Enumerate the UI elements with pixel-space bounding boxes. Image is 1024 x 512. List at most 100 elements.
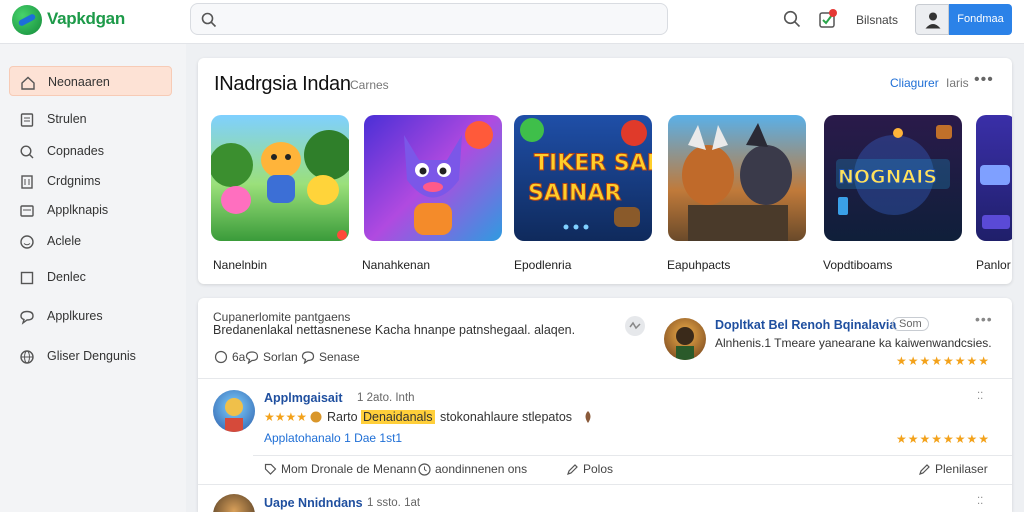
sidebar-item-applknapis[interactable]: Applknapis (9, 195, 172, 225)
action-button[interactable]: aondinnenen ons (418, 462, 527, 476)
game-title[interactable]: Panlor (976, 258, 1011, 272)
game-artwork-icon (404, 121, 493, 235)
game-title[interactable]: Eapuhpacts (667, 258, 730, 272)
avatar-image-icon (676, 327, 694, 360)
review-meta: 1 ssto. 1at (367, 497, 421, 509)
game-artwork-icon (980, 165, 1010, 229)
chat-icon (20, 310, 34, 325)
notifications-icon[interactable] (817, 8, 839, 30)
avatar[interactable] (213, 390, 255, 432)
action-button[interactable]: Polos (566, 462, 613, 476)
rating-stars-icon: ★★★★★★★★ (896, 354, 991, 368)
status-badge: Som (892, 317, 929, 331)
avatar[interactable] (213, 494, 255, 512)
reviewer-name[interactable]: Dopltkat Bel Renoh Bqinalavia (715, 318, 896, 332)
sidebar-item-copnades[interactable]: Copnades (9, 136, 172, 166)
app-title[interactable]: Vapkdgan (47, 9, 125, 29)
action-button[interactable]: Senase (301, 350, 360, 364)
review-meta: 1 2ato. Inth (357, 392, 415, 404)
sidebar-item-applkures[interactable]: Applkures (9, 301, 172, 331)
sidebar-item-label: Neonaaren (48, 75, 110, 89)
search-icon (201, 12, 217, 28)
game-artwork-icon: NOGNAIS (836, 125, 952, 215)
header-link[interactable]: Bilsnats (856, 13, 898, 27)
game-tile[interactable]: TIKER SAINAR SAINAR (514, 115, 652, 241)
game-tile[interactable] (668, 115, 806, 241)
reply-button[interactable]: Plenilaser (918, 462, 988, 476)
drag-handle-icon[interactable]: ⁚⁚ (977, 392, 983, 402)
action-label: Sorlan (263, 350, 298, 364)
pencil-icon (567, 463, 578, 475)
user-icon (925, 12, 941, 29)
sidebar-item-label: Crdgnims (47, 174, 101, 188)
game-title[interactable]: Nanelnbin (213, 258, 267, 272)
see-all-link[interactable]: Cliagurer (890, 76, 939, 90)
game-title[interactable]: Vopdtiboams (823, 258, 892, 272)
comment-count[interactable]: 6a (214, 350, 245, 364)
drag-handle-icon[interactable]: ⁚⁚ (977, 497, 983, 507)
action-label: Mom Dronale de Menann (281, 462, 417, 476)
sidebar-item-strulen[interactable]: Strulen (9, 104, 172, 134)
top-bar: Vapkdgan Bilsnats Fondmaa (0, 0, 1024, 44)
reviews-feed: Cupanerlomite pantgaens Bredanenlakal ne… (198, 298, 1012, 512)
rating-label: Rarto (327, 410, 358, 424)
card-icon (20, 205, 34, 217)
book-icon (20, 113, 34, 127)
rating-stars-icon: ★★★★★★★★ (896, 432, 991, 446)
search-icon (20, 145, 34, 159)
game-tile[interactable]: NOGNAIS (824, 115, 962, 241)
search-box[interactable] (190, 3, 668, 35)
sidebar-item-home[interactable]: Neonaaren (9, 66, 172, 96)
comment-icon (214, 350, 228, 364)
app-logo-icon[interactable] (12, 5, 42, 35)
action-label: aondinnenen ons (435, 462, 528, 476)
game-title[interactable]: Nanahkenan (362, 258, 430, 272)
inline-stars: ★★★★ (264, 410, 308, 424)
sidebar-item-aclele[interactable]: Aclele (9, 226, 172, 256)
divider (253, 455, 1012, 456)
primary-button[interactable]: Fondmaa (949, 4, 1012, 35)
action-button[interactable]: Mom Dronale de Menann (264, 462, 416, 476)
reviewer-name[interactable]: Applmgaisait (264, 391, 343, 405)
more-options-icon[interactable]: ••• (974, 71, 994, 89)
profile-button[interactable] (915, 4, 949, 35)
search-input[interactable] (225, 9, 655, 29)
pin-icon (585, 411, 591, 423)
sidebar-item-globe[interactable]: Gliser Dengunis (9, 341, 172, 371)
globe-icon (20, 350, 34, 364)
sidebar-item-label: Gliser Dengunis (47, 349, 136, 363)
sidebar-item-label: Copnades (47, 144, 104, 158)
divider (198, 484, 1012, 485)
sidebar-item-label: Strulen (47, 112, 87, 126)
sidebar-item-label: Denlec (47, 270, 86, 284)
avatar-image-icon (225, 398, 243, 432)
sidebar-item-crdgnims[interactable]: Crdgnims (9, 166, 172, 196)
sidebar-item-denlec[interactable]: Denlec (9, 262, 172, 292)
game-tile[interactable] (976, 115, 1012, 241)
building-icon (21, 175, 33, 189)
game-tile[interactable] (364, 115, 502, 241)
tag-icon (264, 463, 277, 475)
reply-label: Plenilaser (935, 462, 988, 476)
avatar[interactable] (664, 318, 706, 360)
square-icon (20, 271, 34, 285)
more-options-icon[interactable]: ••• (975, 312, 993, 326)
svg-text:SAINAR: SAINAR (528, 181, 621, 206)
action-button[interactable]: Sorlan (245, 350, 298, 364)
coin-icon (310, 411, 322, 423)
game-tile[interactable] (211, 115, 349, 241)
game-art-text: TIKER SAINAR (534, 151, 652, 176)
reaction-icon[interactable] (624, 315, 646, 337)
game-artwork-icon (211, 130, 349, 240)
featured-games-card: INadrgsia Indan Carnes Cliagurer Iaris •… (198, 58, 1012, 284)
section-title: INadrgsia Indan (214, 73, 351, 95)
game-art-text: NOGNAIS (838, 166, 937, 188)
game-title[interactable]: Epodlenria (514, 258, 571, 272)
review-sublink[interactable]: Applatohanalo 1 Dae 1st1 (264, 431, 402, 445)
clock-icon (418, 462, 431, 476)
more-link[interactable]: Iaris (946, 76, 969, 90)
search-icon[interactable] (783, 10, 801, 28)
reviewer-name[interactable]: Uape Nnidndans (264, 496, 363, 510)
chat-icon (245, 351, 259, 364)
pencil-icon (919, 463, 930, 475)
